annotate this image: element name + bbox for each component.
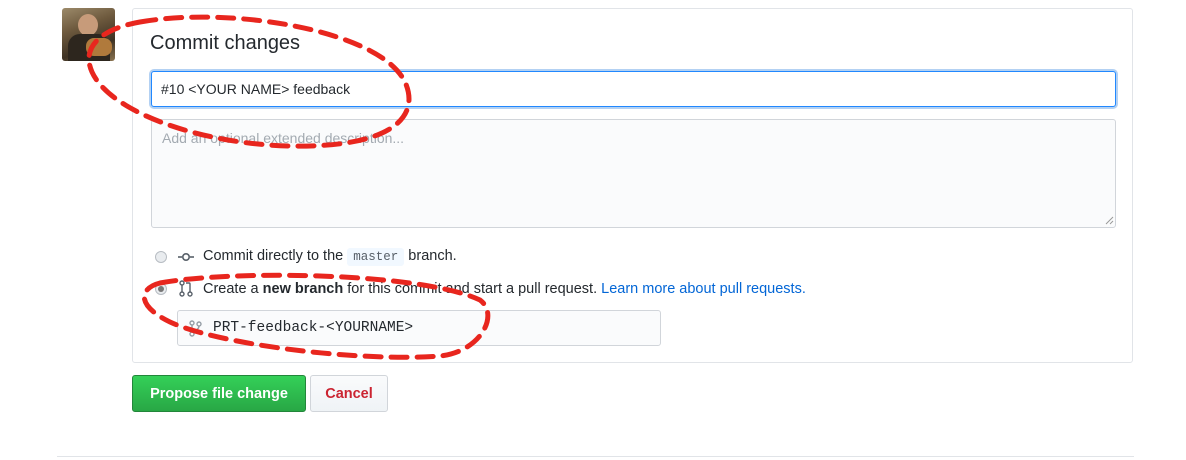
- new-branch-bold: new branch: [262, 281, 344, 297]
- git-commit-icon: [178, 252, 194, 262]
- divider: [57, 456, 1134, 457]
- new-branch-prefix: Create a: [203, 281, 259, 297]
- commit-changes-title: Commit changes: [150, 32, 301, 54]
- avatar-dog: [86, 38, 112, 56]
- avatar[interactable]: [62, 8, 115, 61]
- new-branch-radio[interactable]: [155, 283, 167, 295]
- commit-direct-label: Commit directly to the master branch.: [203, 248, 457, 266]
- new-branch-name-input[interactable]: PRT-feedback-<YOURNAME>: [177, 310, 661, 346]
- resize-grip-icon[interactable]: [1104, 215, 1114, 225]
- new-branch-name-value: PRT-feedback-<YOURNAME>: [213, 320, 414, 336]
- avatar-head: [78, 14, 98, 36]
- propose-file-change-button[interactable]: Propose file change: [132, 375, 306, 412]
- new-branch-suffix: for this commit and start a pull request…: [347, 281, 598, 297]
- commit-direct-prefix: Commit directly to the: [203, 248, 344, 264]
- master-branch-code: master: [347, 248, 405, 266]
- git-branch-icon: [189, 320, 202, 337]
- commit-direct-radio[interactable]: [155, 251, 167, 263]
- commit-description-input[interactable]: [151, 119, 1116, 228]
- commit-direct-suffix: branch.: [408, 248, 457, 264]
- cancel-button[interactable]: Cancel: [310, 375, 388, 412]
- new-branch-label: Create a new branch for this commit and …: [203, 281, 806, 297]
- git-pull-request-icon: [179, 280, 193, 297]
- commit-summary-input[interactable]: [151, 71, 1116, 107]
- learn-more-pull-requests-link[interactable]: Learn more about pull requests.: [601, 281, 806, 297]
